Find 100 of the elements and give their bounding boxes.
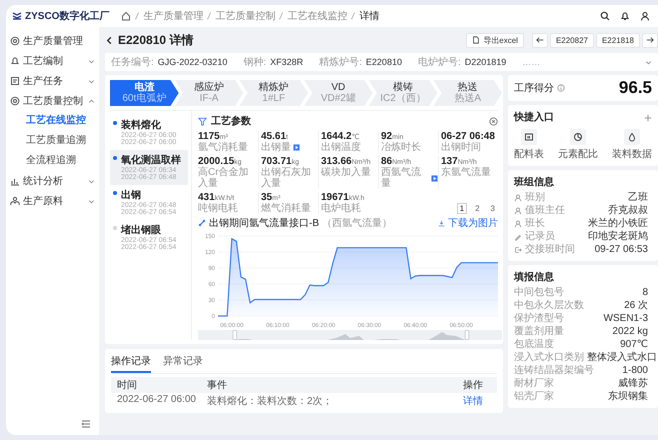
expand-caret-icon[interactable] (645, 58, 652, 66)
calendar-icon (10, 76, 20, 86)
next-button[interactable] (642, 32, 658, 48)
process-step[interactable]: 感应炉 IF-A (174, 80, 244, 106)
field-label: 中包永久层次数 (514, 299, 584, 312)
sidebar-item[interactable]: 工艺编制 (6, 51, 99, 71)
parameter-label: 碳块加入量 (321, 167, 372, 178)
field-label: 连铸结晶器架编号 (514, 364, 594, 377)
person-icon (514, 206, 522, 214)
person-icon (514, 220, 522, 228)
field-value: 乙班 (628, 191, 648, 204)
column-header: 操作 (462, 379, 484, 393)
add-icon[interactable] (644, 114, 652, 122)
tab[interactable]: 操作记录 (111, 352, 151, 373)
play-icon[interactable] (293, 144, 300, 151)
parameter-label: 出钢量 (261, 142, 318, 153)
slash-separator-icon (134, 11, 140, 21)
shortcut-button[interactable]: 元素配比 (558, 129, 598, 161)
close-circle-icon[interactable] (489, 116, 498, 126)
tab[interactable]: 异常记录 (163, 352, 203, 373)
field-value: 整体浸入式水口 (587, 351, 657, 364)
breadcrumb-link[interactable]: 工艺在线监控 (287, 9, 348, 23)
parameter-label: 冶炼时长 (381, 142, 422, 153)
sidebar-item[interactable]: 生产原料 (6, 191, 99, 211)
download-link[interactable]: 下载为图片 (448, 216, 498, 230)
sidebar-subitem[interactable]: 工艺质量追溯 (6, 131, 99, 151)
page-button[interactable]: 3 (488, 203, 498, 214)
table-icon (524, 132, 534, 142)
process-step[interactable]: 模铸 IC2（西） (368, 80, 438, 106)
column-header: 时间 (116, 378, 138, 393)
field-value: 907℃ (620, 338, 648, 351)
left-arrow-icon (536, 36, 544, 44)
slash-separator-icon (350, 11, 356, 21)
info-icon[interactable] (557, 84, 565, 92)
parameter-label: 电炉电耗 (321, 203, 362, 214)
field-label: 铝壳厂家 (514, 390, 554, 403)
page-title: E220810 详情 (118, 32, 194, 48)
export-button[interactable]: 导出excel (466, 32, 524, 48)
field-label: 钢种: (243, 56, 266, 69)
field-label: 包底温度 (514, 338, 554, 351)
next-record-button[interactable]: E221818 (596, 32, 640, 48)
back-icon[interactable] (105, 36, 114, 44)
user-icon[interactable] (640, 11, 650, 21)
pie-chart-icon (573, 132, 583, 142)
target-icon (10, 36, 20, 46)
process-step[interactable]: 热送 热送A (433, 80, 502, 106)
field-label: 值班主任 (525, 204, 565, 217)
document-icon (472, 36, 480, 44)
score-value: 96.5 (618, 78, 652, 98)
shortcut-button[interactable]: 配料表 (514, 129, 544, 161)
parameter-label: 东氩气流量 (441, 167, 492, 178)
parameter-label: 高Cr合金加入量 (198, 167, 250, 189)
section-title: 工艺参数 (211, 114, 251, 128)
breadcrumb-link[interactable]: 生产质量管理 (143, 9, 204, 23)
download-icon[interactable] (438, 220, 445, 226)
breadcrumb-link[interactable]: 详情 (359, 9, 380, 23)
details-link[interactable]: 详情 (457, 393, 497, 409)
target-icon (10, 96, 20, 106)
chart-title: 出钢期间氩气流量接口-B (209, 216, 319, 230)
search-icon[interactable] (600, 11, 610, 21)
field-value: 东坝钢集 (608, 390, 648, 403)
field-label: 班长 (525, 217, 545, 230)
home-icon[interactable] (121, 11, 132, 21)
breadcrumb-link[interactable]: 工艺质量控制 (215, 9, 276, 23)
field-value: D2201819 (464, 57, 506, 67)
field-value: XF328R (270, 57, 304, 67)
section-title: 快捷入口 (514, 110, 554, 124)
table-cell-text: 装料熔化：装料次数：2次； (206, 394, 334, 409)
bell-icon[interactable] (620, 11, 630, 21)
field-label: 中间包包号 (514, 286, 564, 299)
field-value: E220810 (366, 57, 402, 67)
field-label: 浸入式水口类别 (514, 351, 584, 364)
sidebar-subitem[interactable]: 工艺在线监控 (6, 111, 99, 131)
shortcut-button[interactable]: 装料数据 (612, 129, 652, 161)
field-value: WSEN1-3 (604, 312, 648, 325)
field-label: 精炼炉号: (319, 56, 362, 69)
bell-icon (10, 56, 20, 66)
right-arrow-icon (646, 36, 654, 44)
sidebar-subitem[interactable]: 全流程追溯 (6, 151, 99, 171)
process-step[interactable]: VD VD#2罐 (304, 80, 373, 106)
page-button[interactable]: 1 (456, 203, 468, 214)
field-value: 印地安老斑鸠 (588, 230, 648, 243)
sidebar-item[interactable]: 生产质量管理 (6, 31, 99, 51)
previous-record-button[interactable]: E220827 (550, 32, 594, 48)
process-step[interactable]: 精炼炉 1#LF (239, 80, 308, 106)
field-label: 耐材厂家 (514, 377, 554, 390)
sidebar-item[interactable]: 生产任务 (6, 71, 99, 91)
field-value: 米兰的小铁匠 (588, 217, 648, 230)
field-label: 记录员 (525, 230, 555, 243)
process-step[interactable]: 电渣 60t电弧炉 (110, 80, 179, 106)
field-value: 8 (642, 286, 648, 299)
sidebar-item[interactable]: 统计分析 (6, 171, 99, 191)
page-button[interactable]: 2 (472, 203, 483, 214)
play-icon[interactable] (431, 174, 438, 182)
logo-icon (12, 11, 22, 21)
sidebar-item[interactable]: 工艺质量控制 (6, 91, 99, 111)
app-logo-text: ZYSCO数字化工厂 (25, 9, 110, 23)
field-value: 1-800 (622, 364, 648, 377)
previous-button[interactable] (532, 32, 548, 48)
collapse-sidebar-icon[interactable] (81, 419, 91, 429)
